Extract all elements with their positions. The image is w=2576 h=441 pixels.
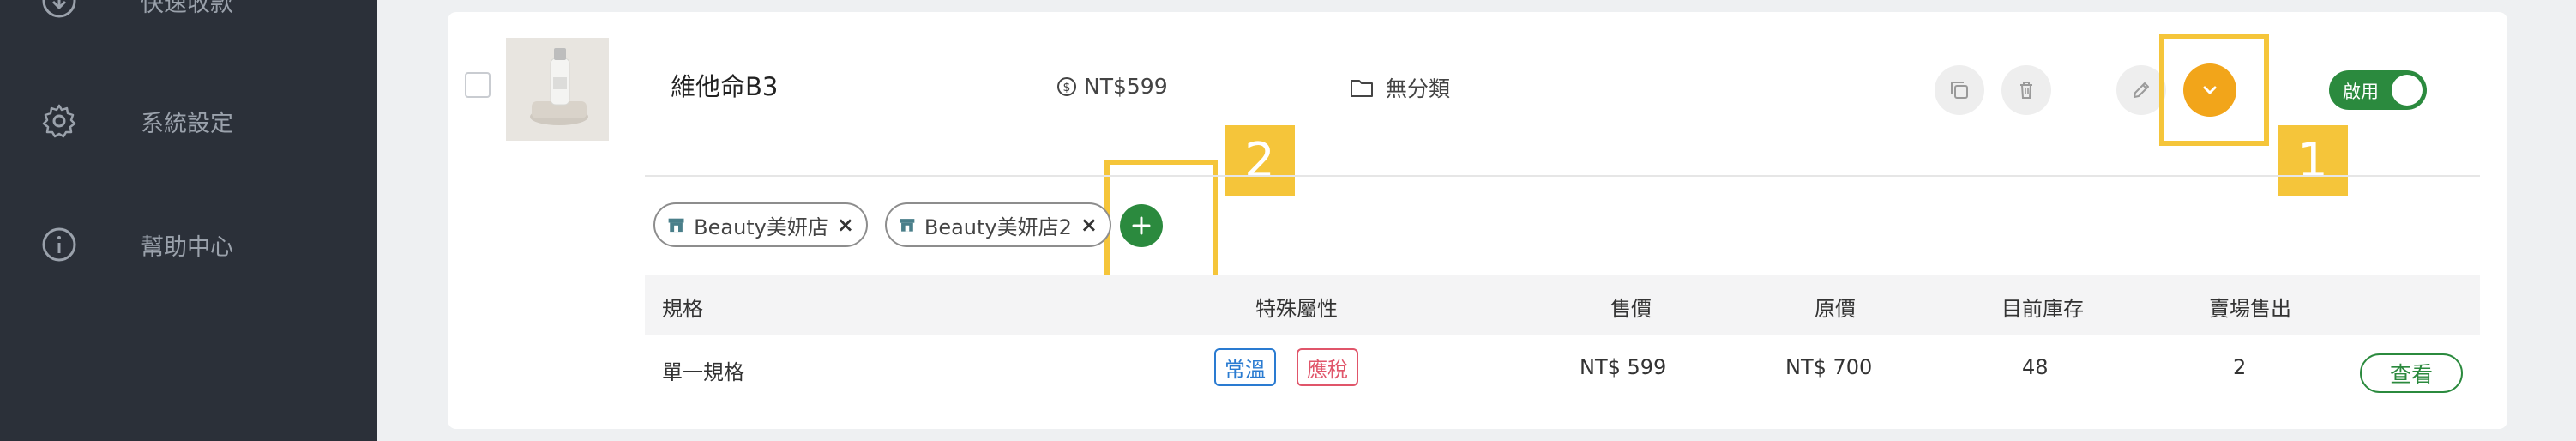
- col-header-spec: 規格: [662, 297, 703, 321]
- price-value: NT$599: [1084, 74, 1168, 99]
- store-tag: Beauty美妍店2 ×: [885, 202, 1111, 247]
- store-icon: [668, 218, 684, 233]
- info-circle-icon: [42, 227, 76, 262]
- product-price: $ NT$599: [1056, 74, 1168, 99]
- store-tag-label: Beauty美妍店: [694, 214, 828, 239]
- product-image: [506, 38, 609, 141]
- attr-badge: 常溫: [1214, 348, 1276, 386]
- cell-stock: 48: [2022, 355, 2049, 379]
- gear-icon: [42, 104, 76, 138]
- product-category: 無分類: [1350, 72, 1450, 103]
- annotation-badge-2: 2: [1225, 125, 1295, 196]
- sidebar: 快速收款 系統設定 幫助中心: [0, 0, 377, 441]
- status-toggle[interactable]: 啟用: [2329, 70, 2427, 110]
- trash-icon: [2020, 82, 2032, 99]
- sidebar-item-label: 快速收款: [141, 0, 233, 17]
- cell-sold: 2: [2233, 355, 2247, 379]
- cell-original-price: NT$ 700: [1785, 355, 1873, 379]
- copy-button[interactable]: [1935, 65, 1984, 115]
- folder-icon: [1351, 80, 1373, 97]
- toggle-knob: [2392, 75, 2423, 106]
- sidebar-item-help[interactable]: 幫助中心: [0, 206, 377, 283]
- plus-icon: [1132, 216, 1151, 235]
- sidebar-item-settings[interactable]: 系統設定: [0, 82, 377, 160]
- store-tag: Beauty美妍店 ×: [653, 202, 868, 247]
- view-button[interactable]: 查看: [2360, 353, 2463, 393]
- delete-button[interactable]: [2001, 65, 2051, 115]
- attr-badge: 應稅: [1297, 348, 1358, 386]
- sidebar-item-label: 系統設定: [141, 110, 233, 137]
- divider: [645, 175, 2480, 177]
- copy-icon: [1951, 82, 1968, 99]
- table-header: [645, 275, 2480, 335]
- cell-spec: 單一規格: [662, 360, 744, 384]
- svg-text:$: $: [1063, 81, 1071, 94]
- product-name[interactable]: 維他命B3: [671, 67, 778, 103]
- cell-price: NT$ 599: [1580, 355, 1667, 379]
- col-header-attrs: 特殊屬性: [1255, 297, 1338, 321]
- add-store-button[interactable]: [1120, 204, 1163, 247]
- sidebar-item-quick-payment[interactable]: 快速收款: [0, 0, 377, 39]
- store-icon: [900, 219, 915, 232]
- remove-tag-icon[interactable]: ×: [1080, 213, 1098, 237]
- col-header-price: 售價: [1610, 297, 1652, 321]
- category-value: 無分類: [1386, 76, 1451, 101]
- select-checkbox[interactable]: [465, 72, 491, 98]
- col-header-sold: 賣場售出: [2209, 297, 2291, 321]
- store-tag-label: Beauty美妍店2: [924, 214, 1072, 239]
- col-header-original-price: 原價: [1815, 297, 1856, 321]
- sidebar-item-label: 幫助中心: [141, 233, 233, 261]
- remove-tag-icon[interactable]: ×: [837, 213, 854, 237]
- download-circle-icon: [42, 0, 76, 18]
- annotation-badge-1: 1: [2278, 125, 2348, 196]
- toggle-label: 啟用: [2343, 82, 2379, 102]
- dollar-icon: $: [1057, 76, 1076, 96]
- col-header-stock: 目前庫存: [2001, 297, 2084, 321]
- highlight-box-1: [2159, 34, 2269, 146]
- product-thumbnail: [506, 38, 609, 141]
- pencil-icon: [2134, 82, 2149, 98]
